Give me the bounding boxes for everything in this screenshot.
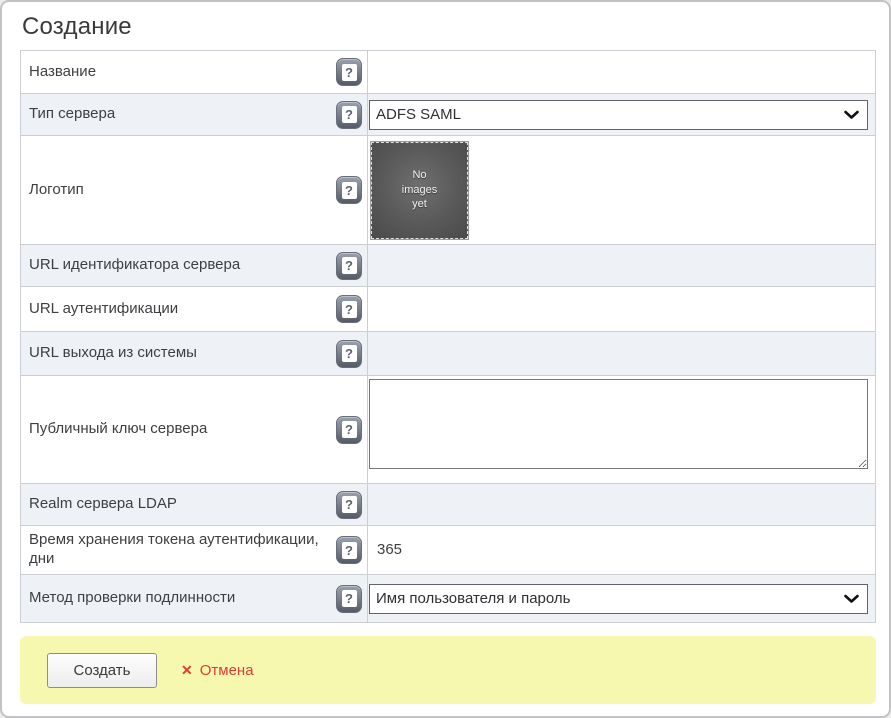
page-title: Создание [2, 2, 889, 50]
ldap-realm-input[interactable] [368, 496, 859, 513]
form-row-logo: Логотип ? No images yet [21, 136, 876, 245]
public-key-textarea[interactable] [369, 379, 868, 469]
field-label-server-type: Тип сервера [29, 105, 119, 124]
form-row-token-ttl: Время хранения токена аутентификации, дн… [21, 526, 876, 575]
form-row-public-key: Публичный ключ сервера ? [21, 376, 876, 484]
token-ttl-input[interactable] [368, 541, 859, 558]
action-bar: Создать ✕ Отмена [20, 636, 876, 704]
auth-url-input[interactable] [368, 300, 859, 317]
help-icon[interactable]: ? [336, 101, 362, 129]
form-row-ldap-realm: Realm сервера LDAP ? [21, 484, 876, 526]
help-icon[interactable]: ? [336, 295, 362, 323]
form-row-auth-method: Метод проверки подлинности ? Имя пользов… [21, 575, 876, 623]
help-icon[interactable]: ? [336, 176, 362, 204]
field-label-auth-url: URL аутентификации [29, 300, 182, 319]
help-icon[interactable]: ? [336, 58, 362, 86]
name-input[interactable] [368, 63, 859, 80]
help-icon[interactable]: ? [336, 416, 362, 444]
create-dialog: Создание Название ? Тип сервера ? [0, 0, 891, 718]
field-label-name: Название [29, 63, 100, 82]
field-label-auth-method: Метод проверки подлинности [29, 589, 239, 608]
field-label-logo: Логотип [29, 181, 88, 200]
field-label-public-key: Публичный ключ сервера [29, 420, 211, 439]
cancel-x-icon: ✕ [181, 663, 193, 677]
field-label-ldap-realm: Realm сервера LDAP [29, 495, 181, 514]
field-label-logout-url: URL выхода из системы [29, 344, 201, 363]
help-icon[interactable]: ? [336, 585, 362, 613]
form-row-name: Название ? [21, 51, 876, 94]
logout-url-input[interactable] [368, 345, 859, 362]
help-icon[interactable]: ? [336, 252, 362, 280]
logo-upload-placeholder[interactable]: No images yet [371, 142, 468, 239]
create-form-table: Название ? Тип сервера ? ADFS SAML [20, 50, 876, 623]
identifier-url-input[interactable] [368, 257, 859, 274]
cancel-link[interactable]: ✕ Отмена [181, 662, 254, 679]
form-row-logout-url: URL выхода из системы ? [21, 332, 876, 376]
auth-method-select[interactable]: Имя пользователя и пароль [369, 584, 868, 614]
form-row-identifier-url: URL идентификатора сервера ? [21, 245, 876, 287]
field-label-identifier-url: URL идентификатора сервера [29, 256, 244, 275]
form-row-server-type: Тип сервера ? ADFS SAML [21, 94, 876, 136]
no-images-text: No images yet [394, 168, 446, 213]
form-row-auth-url: URL аутентификации ? [21, 287, 876, 332]
help-icon[interactable]: ? [336, 536, 362, 564]
field-label-token-ttl: Время хранения токена аутентификации, дн… [29, 531, 336, 569]
help-icon[interactable]: ? [336, 340, 362, 368]
create-button[interactable]: Создать [47, 653, 157, 688]
help-icon[interactable]: ? [336, 491, 362, 519]
cancel-label: Отмена [200, 662, 254, 679]
server-type-select[interactable]: ADFS SAML [369, 100, 868, 130]
